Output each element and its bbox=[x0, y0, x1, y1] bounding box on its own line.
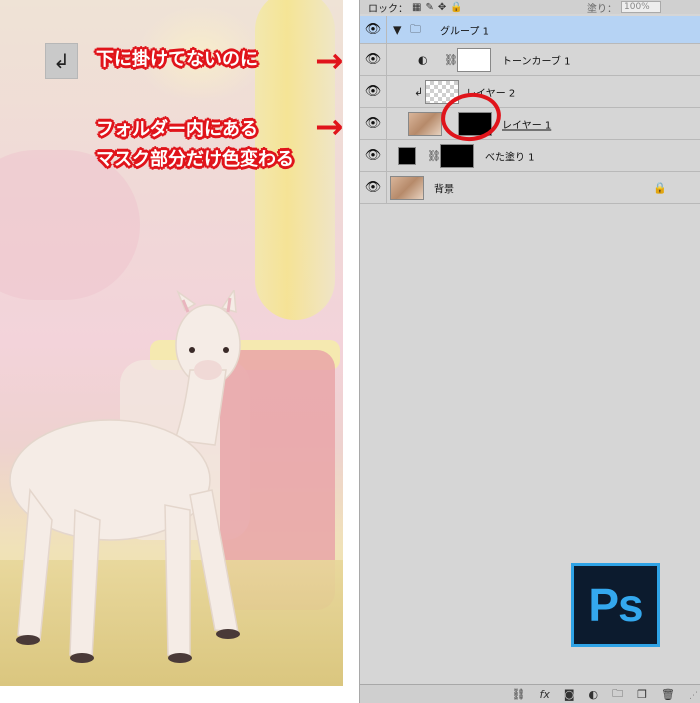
annotation-text-1: 下に掛けてないのに bbox=[96, 49, 258, 70]
annotation-text-2: フォルダー内にある bbox=[96, 119, 258, 140]
new-layer-icon[interactable]: ❐ bbox=[637, 688, 647, 701]
fill-opacity-field[interactable]: 100% bbox=[621, 1, 661, 13]
layer-row-solid-fill-1[interactable]: 👁 ⛓ べた塗り 1 bbox=[360, 140, 700, 172]
layer-row-background[interactable]: 👁 背景 🔒 bbox=[360, 172, 700, 204]
visibility-eye-icon[interactable]: 👁 bbox=[360, 76, 387, 107]
layer-name[interactable]: グループ 1 bbox=[440, 22, 489, 37]
folder-icon: 🗀 bbox=[410, 22, 421, 35]
new-group-folder-icon[interactable]: 🗀 bbox=[612, 685, 623, 703]
lock-label: ロック： bbox=[368, 3, 408, 15]
clip-indicator-icon: ↲ bbox=[45, 43, 78, 79]
new-adjustment-layer-icon[interactable]: ◐ bbox=[589, 688, 599, 701]
layer-lock-icon: 🔒 bbox=[653, 181, 667, 194]
layer-name[interactable]: トーンカーブ 1 bbox=[502, 52, 570, 67]
layer-row-layer-1[interactable]: 👁 レイヤー 1 bbox=[360, 108, 700, 140]
layer-thumbnail[interactable] bbox=[390, 176, 424, 200]
clipping-arrow-icon: ↲ bbox=[414, 85, 424, 98]
layer-name[interactable]: べた塗り 1 bbox=[485, 148, 535, 163]
layers-panel-toolbar: ⛓ fx ◙ ◐ 🗀 ❐ 🗑 bbox=[360, 684, 700, 703]
visibility-eye-icon[interactable]: 👁 bbox=[360, 44, 387, 75]
lock-transparent-pixels-icon[interactable]: ▦ bbox=[412, 2, 421, 13]
window-gap bbox=[343, 0, 359, 703]
layer-name[interactable]: 背景 bbox=[434, 180, 454, 195]
disclosure-triangle-down-icon[interactable]: ▼ bbox=[393, 23, 401, 36]
visibility-eye-icon[interactable]: 👁 bbox=[360, 108, 387, 139]
layer-mask-thumbnail[interactable] bbox=[457, 48, 491, 72]
layers-list: 👁 ▼ 🗀 グループ 1 👁 ◐ ⛓ トーンカーブ 1 👁 ↲ レイヤー 2 👁… bbox=[360, 16, 700, 204]
adjustment-layer-icon: ◐ bbox=[418, 53, 428, 66]
lock-bar: ロック： ▦ ✎ ✥ 🔒 塗り： 100% bbox=[360, 0, 700, 14]
lock-all-icon[interactable]: 🔒 bbox=[450, 2, 462, 13]
mask-link-chain-icon[interactable]: ⛓ bbox=[444, 53, 458, 66]
layer-mask-thumbnail[interactable] bbox=[440, 144, 474, 168]
red-arrow-right-icon: → bbox=[315, 107, 344, 147]
resize-grip-icon[interactable]: ⋰ bbox=[689, 691, 698, 701]
red-arrow-right-icon: → bbox=[315, 41, 344, 81]
visibility-eye-icon[interactable]: 👁 bbox=[360, 172, 387, 203]
add-mask-icon[interactable]: ◙ bbox=[564, 688, 575, 701]
layer-row-group-1[interactable]: 👁 ▼ 🗀 グループ 1 bbox=[360, 16, 700, 44]
fill-color-swatch[interactable] bbox=[398, 147, 416, 165]
mask-link-chain-icon[interactable]: ⛓ bbox=[427, 149, 441, 162]
photoshop-logo: Ps bbox=[571, 563, 660, 647]
visibility-eye-icon[interactable]: 👁 bbox=[360, 140, 387, 171]
delete-layer-trash-icon[interactable]: 🗑 bbox=[661, 688, 675, 701]
annotation-text-3: マスク部分だけ色変わる bbox=[96, 149, 294, 170]
document-canvas[interactable]: ↲ bbox=[0, 0, 343, 686]
link-layers-icon[interactable]: ⛓ bbox=[512, 688, 526, 701]
fill-label: 塗り： bbox=[587, 3, 617, 15]
visibility-eye-icon[interactable]: 👁 bbox=[360, 16, 387, 43]
layer-row-layer-2[interactable]: 👁 ↲ レイヤー 2 bbox=[360, 76, 700, 108]
lock-image-pixels-icon[interactable]: ✎ bbox=[425, 2, 433, 13]
alpaca-figurine-image bbox=[9, 290, 241, 663]
layer-row-tone-curve-1[interactable]: 👁 ◐ ⛓ トーンカーブ 1 bbox=[360, 44, 700, 76]
layer-name[interactable]: レイヤー 1 bbox=[502, 116, 551, 131]
layer-thumbnail[interactable] bbox=[408, 112, 442, 136]
layer-style-fx-icon[interactable]: fx bbox=[539, 688, 549, 701]
lock-position-icon[interactable]: ✥ bbox=[438, 2, 446, 13]
